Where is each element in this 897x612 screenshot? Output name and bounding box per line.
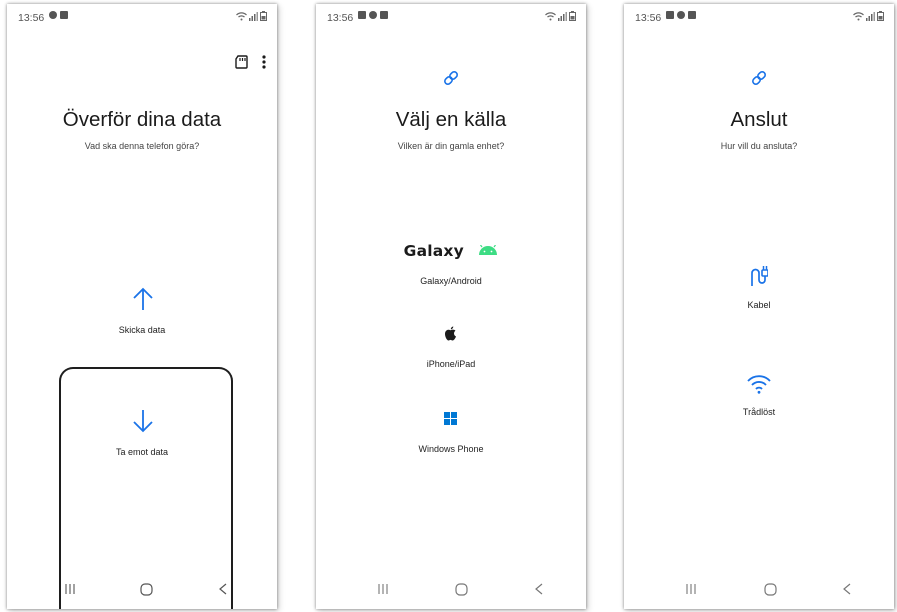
cell-signal-icon — [558, 12, 567, 21]
check-badge-icon — [677, 11, 685, 19]
status-system-icons — [853, 11, 884, 21]
phone-screen-transfer: 13:56 Överför dina data Vad ska denna te… — [7, 4, 277, 609]
briefcase-icon — [60, 11, 68, 19]
source-option-windows-phone[interactable]: Windows Phone — [316, 412, 586, 462]
status-system-icons — [545, 11, 576, 21]
briefcase-icon — [688, 11, 696, 19]
connect-option-cable[interactable]: Kabel — [624, 265, 894, 315]
navigation-bar — [624, 573, 894, 609]
more-options-icon[interactable] — [262, 55, 266, 69]
top-actions — [235, 55, 266, 69]
status-bar: 13:56 — [7, 4, 277, 28]
gallery-icon — [358, 11, 366, 19]
phone-screen-connect: 13:56 Anslut Hur vill du ansluta? Kabel … — [624, 4, 894, 609]
home-icon[interactable] — [764, 583, 777, 596]
status-notification-icons — [49, 11, 68, 19]
status-bar: 13:56 — [624, 4, 894, 28]
navigation-bar — [7, 573, 277, 609]
link-icon — [752, 71, 766, 85]
sd-card-icon[interactable] — [235, 55, 248, 69]
send-data-label: Skicka data — [118, 325, 166, 335]
cell-signal-icon — [866, 12, 875, 21]
status-system-icons — [236, 11, 267, 21]
battery-icon — [877, 11, 884, 21]
source-option-galaxy-android[interactable]: Galaxy Galaxy/Android — [316, 242, 586, 292]
send-data-option[interactable]: Skicka data — [7, 287, 277, 347]
recent-apps-icon[interactable] — [64, 583, 76, 595]
cell-signal-icon — [249, 12, 258, 21]
home-icon[interactable] — [140, 583, 153, 596]
page-subtitle: Vad ska denna telefon göra? — [84, 141, 200, 151]
source-option-label: Windows Phone — [418, 444, 484, 454]
page-title: Välj en källa — [395, 108, 507, 131]
windows-icon — [444, 412, 457, 425]
wifi-signal-icon — [545, 12, 556, 21]
apple-icon — [445, 326, 456, 341]
galaxy-logo: Galaxy — [403, 242, 464, 260]
status-notification-icons — [666, 11, 696, 19]
connect-option-wireless[interactable]: Trådlöst — [624, 374, 894, 424]
cable-icon — [751, 266, 768, 286]
phone-screen-choose-source: 13:56 Välj en källa Vilken är din gamla … — [316, 4, 586, 609]
status-time: 13:56 — [327, 12, 354, 24]
android-icon — [479, 244, 498, 255]
receive-data-label: Ta emot data — [115, 447, 169, 457]
connect-option-label: Kabel — [747, 300, 771, 310]
wifi-signal-icon — [236, 12, 247, 21]
page-title: Överför dina data — [62, 108, 222, 131]
wifi-signal-icon — [853, 12, 864, 21]
page-subtitle: Vilken är din gamla enhet? — [397, 141, 505, 151]
connect-option-label: Trådlöst — [742, 407, 776, 417]
battery-icon — [260, 11, 267, 21]
gallery-icon — [666, 11, 674, 19]
source-option-iphone-ipad[interactable]: iPhone/iPad — [316, 326, 586, 376]
arrow-up-icon — [133, 287, 153, 310]
status-time: 13:56 — [635, 12, 662, 24]
back-icon[interactable] — [219, 583, 227, 595]
link-icon — [444, 71, 458, 85]
check-badge-icon — [369, 11, 377, 19]
receive-data-option[interactable]: Ta emot data — [7, 409, 277, 469]
source-option-label: iPhone/iPad — [426, 359, 476, 369]
page-subtitle: Hur vill du ansluta? — [720, 141, 798, 151]
back-icon[interactable] — [535, 583, 543, 595]
battery-icon — [569, 11, 576, 21]
status-bar: 13:56 — [316, 4, 586, 28]
wifi-icon — [747, 375, 771, 394]
home-icon[interactable] — [455, 583, 468, 596]
back-icon[interactable] — [843, 583, 851, 595]
recent-apps-icon[interactable] — [377, 583, 389, 595]
recent-apps-icon[interactable] — [685, 583, 697, 595]
check-badge-icon — [49, 11, 57, 19]
status-notification-icons — [358, 11, 388, 19]
arrow-down-icon — [133, 410, 153, 433]
status-time: 13:56 — [18, 12, 45, 24]
briefcase-icon — [380, 11, 388, 19]
source-option-label: Galaxy/Android — [420, 276, 482, 286]
page-title: Anslut — [730, 108, 788, 131]
navigation-bar — [316, 573, 586, 609]
